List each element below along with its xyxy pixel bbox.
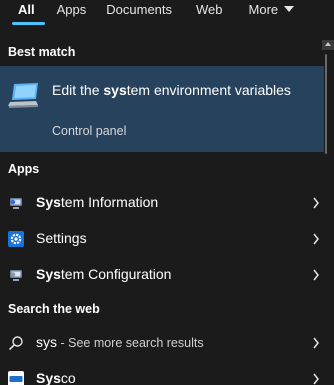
tab-more[interactable]: More [249, 0, 295, 26]
chevron-right-icon[interactable] [312, 197, 320, 209]
computer-icon [8, 83, 38, 108]
best-match-result[interactable]: Edit the system environment variables Co… [0, 66, 324, 152]
tab-apps[interactable]: Apps [57, 0, 107, 26]
search-icon [8, 336, 23, 351]
chevron-right-icon[interactable] [312, 233, 320, 245]
app-result-label: System Configuration [36, 266, 171, 282]
best-match-heading: Best match [8, 45, 76, 59]
app-result-system-information[interactable]: System Information [0, 186, 324, 220]
tab-all[interactable]: All [0, 0, 57, 26]
label-rest: Settings [36, 230, 87, 246]
app-result-settings[interactable]: Settings [0, 222, 324, 256]
best-match-subtitle: Control panel [52, 124, 127, 138]
best-match-title: Edit the system environment variables [52, 81, 302, 100]
label-bold: Sys [36, 194, 61, 210]
label-bold: Sys [36, 266, 61, 282]
label-rest: co [60, 370, 76, 385]
system-information-icon [10, 198, 22, 209]
web-query: sys [36, 334, 57, 350]
app-result-label: System Information [36, 194, 158, 210]
filter-tabs: All Apps Documents Web More [0, 0, 334, 26]
app-result-label: Settings [36, 230, 87, 246]
system-configuration-icon [10, 270, 22, 281]
search-web-heading: Search the web [8, 302, 100, 316]
sysco-logo-icon [8, 371, 24, 385]
apps-heading: Apps [8, 162, 40, 176]
settings-gear-icon [8, 231, 24, 247]
web-result-label: Sysco [36, 370, 76, 385]
chevron-right-icon[interactable] [312, 373, 320, 385]
best-match-title-post: tem environment variables [126, 82, 291, 98]
web-query-suffix: - See more search results [57, 336, 204, 350]
tab-apps-label: Apps [56, 2, 87, 17]
label-bold: Sys [36, 370, 61, 385]
chevron-down-icon [284, 6, 295, 12]
chevron-right-icon[interactable] [312, 269, 320, 281]
chevron-right-icon[interactable] [312, 337, 320, 349]
web-result-see-more[interactable]: sys - See more search results [0, 326, 324, 360]
tab-more-label: More [248, 2, 279, 17]
best-match-title-pre: Edit the [52, 82, 104, 98]
app-result-system-configuration[interactable]: System Configuration [0, 258, 324, 292]
best-match-title-bold: sys [103, 82, 127, 98]
tab-documents-label: Documents [106, 2, 173, 17]
web-result-label: sys - See more search results [36, 334, 204, 350]
tab-documents[interactable]: Documents [106, 0, 196, 26]
tab-web-label: Web [196, 2, 223, 17]
tab-all-label: All [18, 2, 35, 17]
scrollbar-up-arrow[interactable] [322, 40, 334, 50]
search-results-panel: All Apps Documents Web More Best match E… [0, 0, 334, 385]
tab-web[interactable]: Web [196, 0, 249, 26]
scrollbar-thumb[interactable] [325, 54, 327, 154]
web-result-sysco[interactable]: Sysco [0, 362, 324, 385]
label-rest: tem Information [60, 194, 159, 210]
label-rest: tem Configuration [60, 266, 172, 282]
